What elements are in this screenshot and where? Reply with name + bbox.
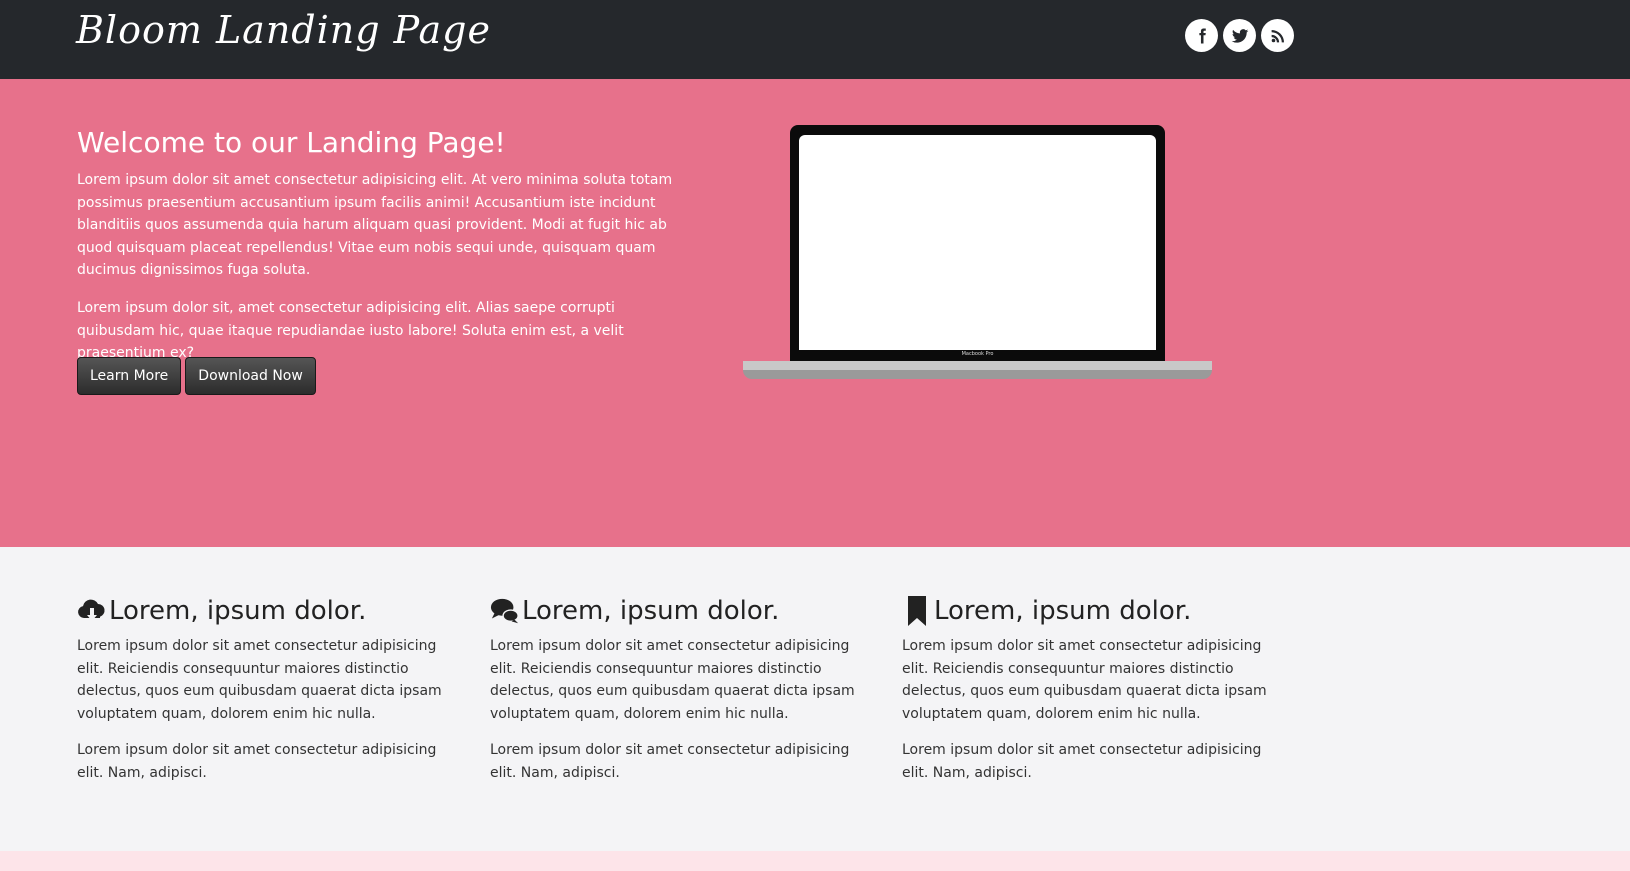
feature-title: Lorem, ipsum dolor. — [77, 595, 457, 627]
hero-section: Welcome to our Landing Page! Lorem ipsum… — [0, 79, 1630, 547]
rss-icon[interactable] — [1261, 19, 1294, 52]
feature-text: Lorem ipsum dolor sit amet consectetur a… — [77, 638, 442, 722]
hero-title: Welcome to our Landing Page! — [77, 126, 506, 159]
footer-strip — [0, 851, 1630, 871]
laptop-base — [743, 361, 1212, 370]
feature-title-text: Lorem, ipsum dolor. — [934, 596, 1192, 626]
hero-buttons: Learn More Download Now — [77, 357, 316, 395]
feature-title-text: Lorem, ipsum dolor. — [109, 596, 367, 626]
hero-paragraph: Lorem ipsum dolor sit, amet consectetur … — [77, 300, 624, 361]
top-navbar: Bloom Landing Page — [0, 0, 1630, 79]
feature-text: Lorem ipsum dolor sit amet consectetur a… — [490, 638, 855, 722]
download-now-button[interactable]: Download Now — [185, 357, 316, 395]
cloud-download-icon — [77, 595, 107, 627]
feature-text: Lorem ipsum dolor sit amet consectetur a… — [902, 742, 1262, 781]
hero-paragraph: Lorem ipsum dolor sit amet consectetur a… — [77, 172, 673, 278]
laptop-image: Macbook Pro — [790, 125, 1165, 361]
feature-text: Lorem ipsum dolor sit amet consectetur a… — [490, 742, 850, 781]
feature-card: Lorem, ipsum dolor. Lorem ipsum dolor si… — [77, 595, 457, 784]
feature-text: Lorem ipsum dolor sit amet consectetur a… — [902, 638, 1267, 722]
twitter-icon[interactable] — [1223, 19, 1256, 52]
facebook-icon[interactable] — [1185, 19, 1218, 52]
laptop-label: Macbook Pro — [961, 351, 994, 357]
laptop-screen — [799, 135, 1156, 350]
bookmark-icon — [902, 595, 932, 627]
learn-more-button[interactable]: Learn More — [77, 357, 182, 395]
feature-card: Lorem, ipsum dolor. Lorem ipsum dolor si… — [902, 595, 1282, 784]
social-links — [1185, 19, 1294, 52]
feature-title-text: Lorem, ipsum dolor. — [522, 596, 780, 626]
feature-title: Lorem, ipsum dolor. — [490, 595, 870, 627]
feature-text: Lorem ipsum dolor sit amet consectetur a… — [77, 742, 437, 781]
chat-bubbles-icon — [490, 595, 520, 627]
brand-logo[interactable]: Bloom Landing Page — [76, 8, 491, 52]
features-section: Lorem, ipsum dolor. Lorem ipsum dolor si… — [0, 547, 1630, 851]
feature-title: Lorem, ipsum dolor. — [902, 595, 1282, 627]
feature-card: Lorem, ipsum dolor. Lorem ipsum dolor si… — [490, 595, 870, 784]
laptop-base-bottom — [743, 370, 1212, 379]
